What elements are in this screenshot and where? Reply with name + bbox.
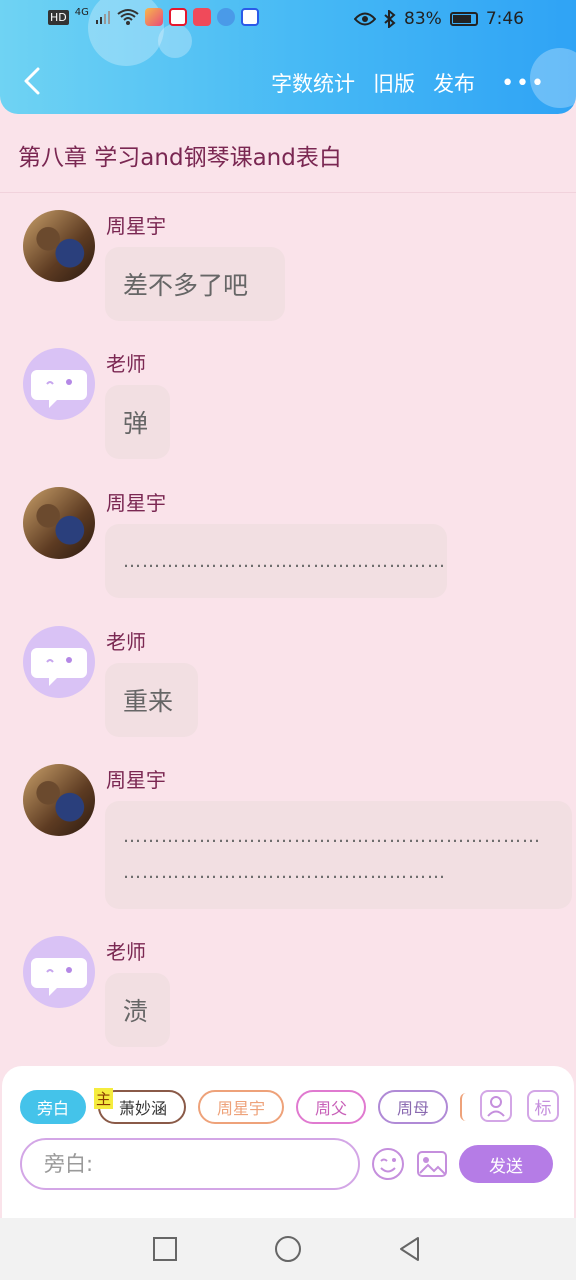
header: 字数统计 旧版 发布 •••: [0, 52, 576, 112]
role-chip-overflow[interactable]: [460, 1093, 466, 1121]
status-bar: HD 4G 83% 7:46: [0, 0, 576, 40]
signal-icon: [95, 11, 110, 24]
avatar[interactable]: [23, 764, 95, 836]
bluetooth-icon: [384, 10, 396, 28]
speaker-name: 老师: [106, 352, 146, 376]
avatar[interactable]: [23, 626, 95, 698]
image-icon[interactable]: [415, 1147, 449, 1181]
recents-square-icon[interactable]: [151, 1235, 179, 1263]
message-line: ……………………………………………: [123, 862, 446, 883]
role-chip-zhou-xingyu[interactable]: 周星宇: [198, 1090, 284, 1124]
mark-button[interactable]: 标: [527, 1090, 559, 1122]
role-chip-narrator[interactable]: 旁白: [20, 1090, 86, 1124]
speaker-name: 周星宇: [106, 214, 166, 238]
role-selector: 旁白 主 萧妙涵 周星宇 周父 周母: [20, 1088, 466, 1124]
role-chip-label: 萧妙涵: [118, 1099, 167, 1118]
avatar[interactable]: [23, 210, 95, 282]
avatar[interactable]: [23, 487, 95, 559]
message-bubble[interactable]: 弹: [105, 385, 170, 459]
role-chip-zhou-mother[interactable]: 周母: [378, 1090, 448, 1124]
back-arrow-icon[interactable]: [18, 66, 48, 96]
clock: 7:46: [485, 9, 524, 29]
avatar[interactable]: [23, 936, 95, 1008]
speaker-name: 周星宇: [106, 768, 166, 792]
chapter-title[interactable]: 第八章 学习and钢琴课and表白: [18, 138, 342, 172]
network-indicator: 4G: [74, 6, 89, 18]
battery-icon: [449, 12, 478, 26]
app-icon-globe: [216, 8, 235, 26]
message-bubble[interactable]: ………………………………………………………… ……………………………………………: [105, 801, 572, 909]
battery-fill: [452, 15, 472, 23]
character-manage-button[interactable]: [480, 1090, 512, 1122]
role-chip-zhou-father[interactable]: 周父: [296, 1090, 366, 1124]
app-icon-plus: [144, 8, 163, 26]
message-bubble[interactable]: 渍: [105, 973, 170, 1047]
wifi-icon: [117, 9, 139, 25]
baidu-icon: [240, 8, 259, 26]
message-bubble[interactable]: 重来: [105, 663, 198, 737]
top-bar: HD 4G 83% 7:46 字数统计 旧版 发布 •••: [0, 0, 576, 114]
role-chip-xiao-miaohan[interactable]: 主 萧妙涵: [94, 1088, 186, 1124]
app-icon-book: [192, 8, 211, 26]
chat-bubble-face-icon: [31, 370, 87, 408]
weibo-icon: [168, 8, 187, 26]
chat-bubble-face-icon: [31, 648, 87, 686]
person-icon: [487, 1096, 505, 1117]
message-input-wrapper: [20, 1138, 360, 1190]
old-version-button[interactable]: 旧版: [373, 68, 415, 98]
home-circle-icon[interactable]: [274, 1235, 302, 1263]
message-bubble[interactable]: ……………………………………………: [105, 524, 447, 598]
main-character-tag: 主: [94, 1088, 114, 1109]
avatar[interactable]: [23, 348, 95, 420]
message-bubble[interactable]: 差不多了吧: [105, 247, 285, 321]
message-line: …………………………………………………………: [123, 826, 541, 847]
eye-icon: [354, 12, 377, 26]
message-input[interactable]: [22, 1140, 358, 1188]
system-nav-bar: [0, 1218, 576, 1280]
divider: [0, 192, 576, 193]
speaker-name: 老师: [106, 630, 146, 654]
more-menu-button[interactable]: •••: [501, 71, 546, 96]
battery-percent: 83%: [404, 9, 442, 29]
speaker-name: 周星宇: [106, 491, 166, 515]
back-triangle-icon[interactable]: [396, 1235, 424, 1263]
hd-indicator: HD: [48, 9, 69, 25]
composer-panel: 旁白 主 萧妙涵 周星宇 周父 周母 标 发送: [2, 1066, 574, 1218]
chat-bubble-face-icon: [31, 958, 87, 996]
speaker-name: 老师: [106, 940, 146, 964]
send-button[interactable]: 发送: [459, 1145, 553, 1183]
publish-button[interactable]: 发布: [433, 68, 475, 98]
word-count-button[interactable]: 字数统计: [271, 68, 355, 98]
emoji-icon[interactable]: [371, 1147, 405, 1181]
